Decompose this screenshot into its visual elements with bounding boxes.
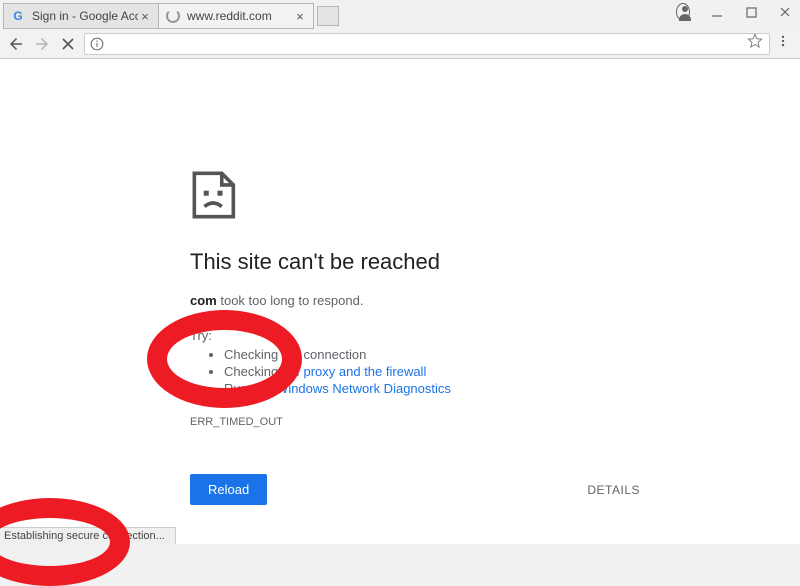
- network-diagnostics-link[interactable]: Windows Network Diagnostics: [276, 381, 451, 396]
- error-container: This site can't be reached com took too …: [190, 169, 640, 505]
- error-try-label: Try:: [190, 328, 640, 343]
- info-icon[interactable]: [89, 36, 105, 52]
- sad-page-icon: [190, 169, 242, 221]
- bookmark-star-icon[interactable]: [747, 33, 765, 54]
- maximize-icon[interactable]: [744, 5, 758, 19]
- google-favicon-icon: G: [10, 8, 26, 24]
- reload-button[interactable]: Reload: [190, 474, 267, 505]
- minimize-icon[interactable]: [710, 5, 724, 19]
- profile-icon[interactable]: [676, 5, 690, 19]
- error-title: This site can't be reached: [190, 249, 640, 275]
- check-connection-text: Checking the connection: [224, 347, 366, 362]
- titlebar: G Sign in - Google Accounts × www.reddit…: [0, 0, 800, 29]
- proxy-firewall-link[interactable]: the proxy and the firewall: [282, 364, 427, 379]
- close-icon[interactable]: ×: [293, 9, 307, 23]
- check-proxy-prefix: Checking: [224, 364, 282, 379]
- status-bar: Establishing secure connection...: [0, 527, 176, 544]
- window-controls: [676, 5, 792, 19]
- url-input[interactable]: [105, 36, 747, 51]
- error-buttons: Reload DETAILS: [190, 474, 640, 505]
- error-domain: com: [190, 293, 217, 308]
- tab-title: Sign in - Google Accounts: [32, 9, 138, 23]
- error-subtitle-rest: took too long to respond.: [217, 293, 364, 308]
- forward-button[interactable]: [32, 34, 52, 54]
- list-item: Running Windows Network Diagnostics: [224, 381, 640, 396]
- page-content: This site can't be reached com took too …: [0, 59, 800, 544]
- tab-title: www.reddit.com: [187, 9, 293, 23]
- new-tab-button[interactable]: [317, 6, 339, 26]
- check-diag-prefix: Running: [224, 381, 276, 396]
- details-button[interactable]: DETAILS: [587, 483, 640, 497]
- list-item: Checking the connection: [224, 347, 640, 362]
- error-subtitle: com took too long to respond.: [190, 293, 640, 308]
- close-icon[interactable]: ×: [138, 9, 152, 23]
- spinner-icon: [165, 8, 181, 24]
- back-button[interactable]: [6, 34, 26, 54]
- stop-reload-button[interactable]: [58, 34, 78, 54]
- tab-reddit[interactable]: www.reddit.com ×: [158, 3, 314, 29]
- address-bar[interactable]: [84, 33, 770, 55]
- error-code: ERR_TIMED_OUT: [190, 416, 640, 428]
- error-suggestions: Checking the connection Checking the pro…: [190, 347, 640, 396]
- list-item: Checking the proxy and the firewall: [224, 364, 640, 379]
- toolbar: [0, 29, 800, 59]
- tab-google-signin[interactable]: G Sign in - Google Accounts ×: [3, 3, 159, 29]
- window-close-icon[interactable]: [778, 5, 792, 19]
- menu-icon[interactable]: [776, 34, 794, 53]
